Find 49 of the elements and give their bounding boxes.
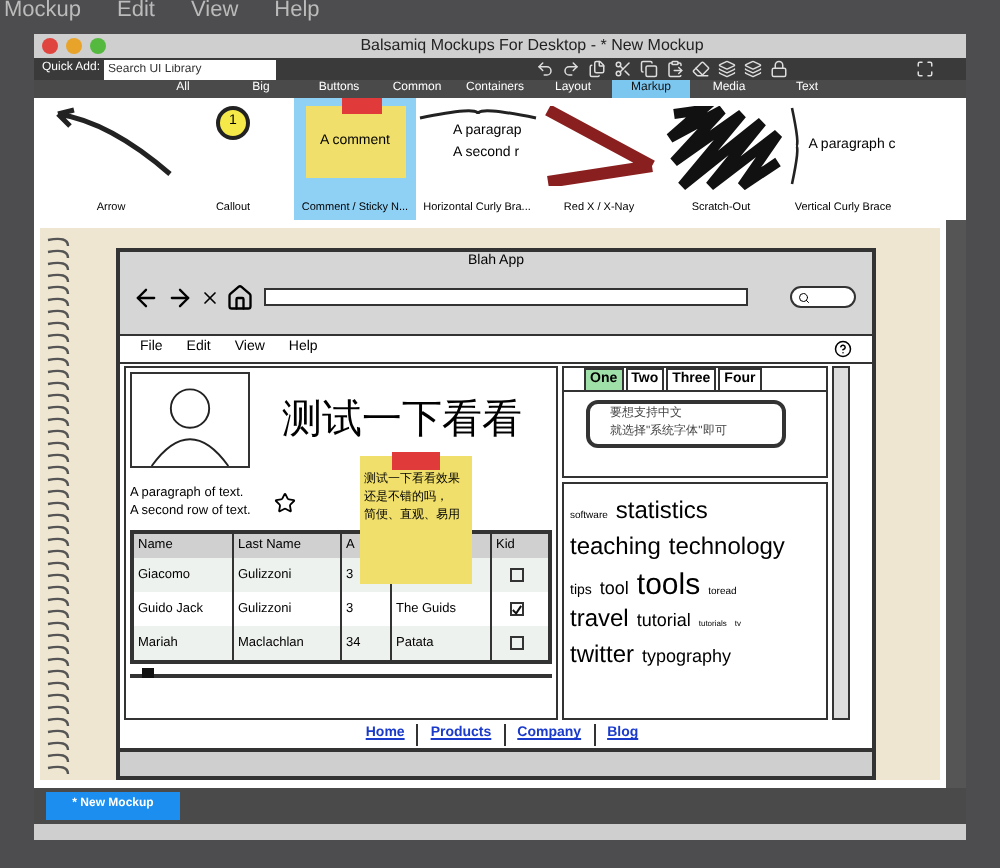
scrollbar[interactable] (832, 365, 850, 721)
star-icon (274, 491, 297, 514)
slider-thumb[interactable] (142, 668, 155, 679)
curly-brace-icon (790, 106, 803, 187)
scratch-out-drawing (661, 106, 781, 191)
tag-word[interactable]: typography (642, 643, 732, 671)
avatar-silhouette (130, 371, 250, 468)
cross-mark-drawing (543, 106, 655, 187)
tag-word[interactable]: teaching (570, 527, 661, 564)
address-field[interactable] (264, 288, 748, 307)
tag-word[interactable]: statistics (615, 491, 708, 528)
menu-item[interactable]: Help (274, 0, 320, 20)
menu-item[interactable]: Mockup (4, 0, 82, 20)
tag-word[interactable]: tutorial (636, 607, 691, 635)
curly-brace-icon (417, 106, 537, 123)
eraser-icon[interactable] (692, 60, 711, 79)
checkbox[interactable] (510, 602, 524, 617)
fullscreen-icon[interactable] (916, 60, 934, 79)
close-icon[interactable] (200, 287, 220, 308)
layers-icon[interactable] (718, 60, 737, 79)
layers-icon[interactable] (744, 60, 763, 79)
slider-track[interactable] (130, 674, 552, 679)
checkbox[interactable] (510, 636, 524, 651)
search-icon (798, 291, 810, 304)
cut-icon[interactable] (614, 60, 633, 79)
redo-icon[interactable] (562, 60, 581, 79)
menu-item[interactable]: View (191, 0, 239, 20)
heading: 测试一下看看 (282, 395, 522, 446)
tag-word[interactable]: tools (636, 563, 701, 609)
paste-icon[interactable] (666, 60, 685, 79)
tape-strip (392, 451, 440, 470)
scrollbar[interactable] (946, 220, 966, 789)
home-icon[interactable] (226, 283, 254, 312)
tag-word[interactable]: tool (599, 575, 629, 603)
menu-item[interactable]: Edit (117, 0, 155, 20)
search-field[interactable] (790, 286, 856, 309)
undo-icon[interactable] (536, 60, 555, 79)
checkbox[interactable] (510, 568, 524, 583)
pages-icon[interactable] (588, 60, 607, 79)
window-title: Balsamiq Mockups For Desktop - * New Mockup (358, 34, 706, 58)
lock-icon[interactable] (770, 60, 789, 79)
tape-strip (341, 98, 381, 115)
tag-word[interactable]: travel (570, 599, 629, 636)
tag-word[interactable]: technology (668, 527, 785, 564)
tag-word[interactable]: twitter (570, 635, 635, 672)
forward-icon[interactable] (166, 283, 194, 312)
back-icon[interactable] (132, 283, 160, 312)
help-icon[interactable] (834, 339, 852, 358)
copy-icon[interactable] (640, 60, 659, 79)
